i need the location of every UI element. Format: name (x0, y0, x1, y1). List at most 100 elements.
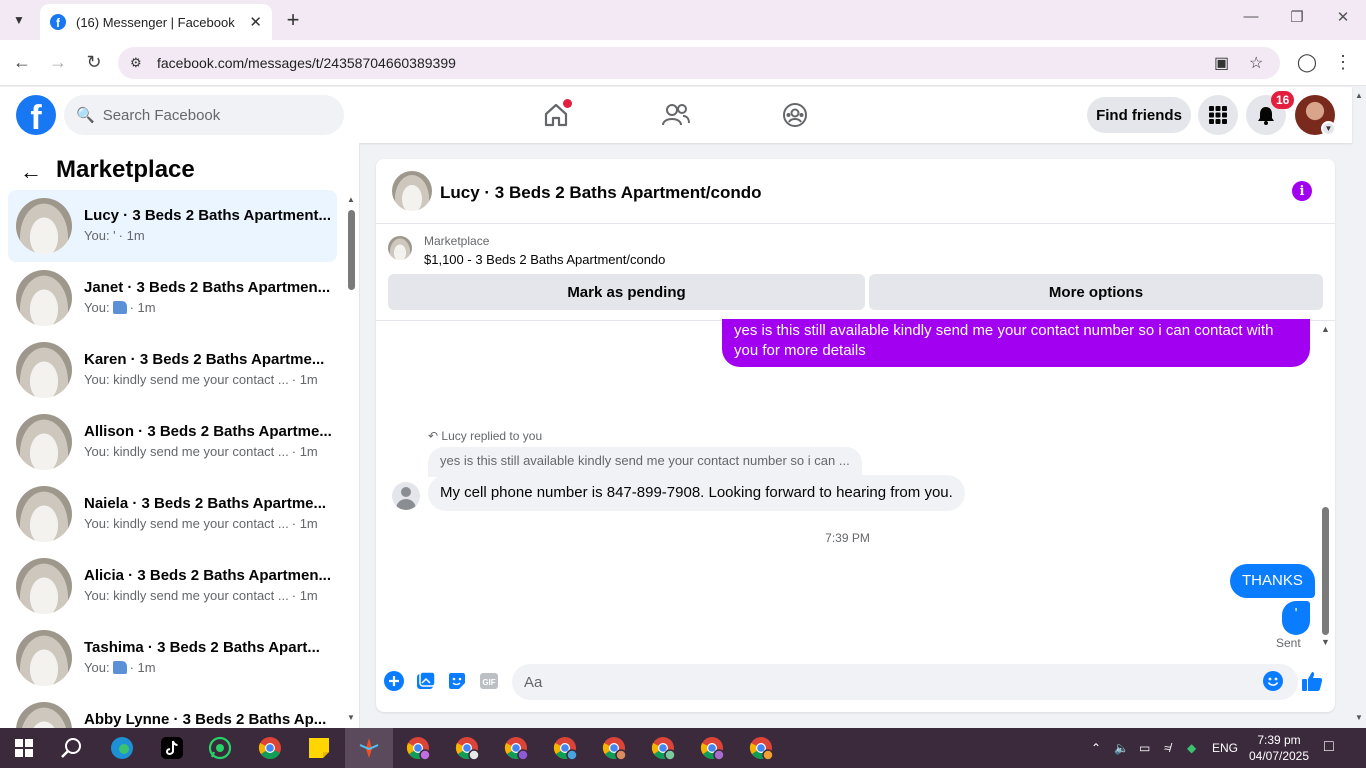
wifi-icon[interactable]: ≉ (1164, 741, 1171, 755)
mark-as-pending-button[interactable]: Mark as pending (388, 274, 865, 310)
tray-chevron-up-icon[interactable]: ⌃ (1091, 741, 1101, 755)
emoji-icon[interactable] (1262, 670, 1284, 692)
back-arrow-icon[interactable]: ← (20, 159, 42, 185)
clock[interactable]: 7:39 pm 04/07/2025 (1244, 732, 1314, 764)
sidebar-scroll-down-icon[interactable]: ▼ (347, 713, 355, 722)
chrome-profile-icon[interactable] (651, 736, 675, 760)
preview-time: · 1m (118, 228, 145, 243)
windows-start-icon[interactable] (12, 736, 36, 760)
page-scroll-down-icon[interactable]: ▼ (1355, 713, 1363, 722)
conversation-item[interactable]: Karen · 3 Beds 2 Baths Apartme... You: k… (8, 334, 337, 406)
preview-text: You: kindly send me your contact ... (84, 516, 289, 531)
preview-text: You: kindly send me your contact ... (84, 444, 289, 459)
minimize-window-icon[interactable]: — (1239, 8, 1263, 25)
facebook-header: f 🔍 Find friends (0, 87, 1352, 143)
facebook-search[interactable]: 🔍 (64, 95, 344, 135)
chat-scrollbar[interactable] (1322, 507, 1329, 635)
chrome-profile-icon[interactable] (406, 736, 430, 760)
home-icon[interactable] (540, 99, 572, 131)
more-options-button[interactable]: More options (869, 274, 1323, 310)
conversation-item[interactable]: Tashima · 3 Beds 2 Baths Apart... You: · … (8, 622, 337, 694)
listing-title[interactable]: $1,100 - 3 Beds 2 Baths Apartment/condo (424, 252, 665, 267)
info-icon[interactable]: i (1292, 181, 1312, 201)
conversation-item[interactable]: Allison · 3 Beds 2 Baths Apartme... You:… (8, 406, 337, 478)
chat-scroll-down-icon[interactable]: ▼ (1321, 637, 1330, 647)
close-tab-icon[interactable]: ✕ (249, 13, 262, 31)
browser-tab[interactable]: f (16) Messenger | Facebook ✕ (40, 4, 272, 40)
browser-menu-icon[interactable]: ⋮ (1332, 52, 1354, 73)
preview-time: · 1m (129, 300, 156, 315)
notification-count-badge: 16 (1271, 91, 1295, 109)
preview-text: You: kindly send me your contact ... (84, 588, 289, 603)
whatsapp-icon[interactable] (208, 736, 232, 760)
gif-icon[interactable]: GIF (478, 670, 500, 692)
battery-icon[interactable]: ▭ (1139, 741, 1150, 755)
plus-icon[interactable] (383, 670, 405, 692)
conversation-name: Abby Lynne · 3 Beds 2 Baths Ap... (84, 711, 327, 728)
find-friends-button[interactable]: Find friends (1087, 97, 1191, 133)
sticky-notes-icon[interactable] (307, 736, 331, 760)
outgoing-message[interactable]: THANKS (1230, 564, 1315, 598)
conversation-item[interactable]: Alicia · 3 Beds 2 Baths Apartmen... You:… (8, 550, 337, 622)
edge-browser-icon[interactable] (110, 736, 134, 760)
url-text[interactable]: facebook.com/messages/t/2435870466038939… (157, 55, 456, 71)
chrome-profile-icon[interactable] (749, 736, 773, 760)
conversation-item[interactable]: Janet · 3 Beds 2 Baths Apartmen... You: ·… (8, 262, 337, 334)
back-icon[interactable]: ← (11, 52, 33, 73)
like-thumb-icon[interactable] (1301, 670, 1323, 692)
outgoing-message[interactable]: ' (1282, 601, 1310, 635)
address-bar[interactable]: ⚙ facebook.com/messages/t/24358704660389… (118, 47, 1280, 79)
chat-title[interactable]: Lucy · 3 Beds 2 Baths Apartment/condo (440, 183, 761, 203)
facebook-logo-icon[interactable]: f (16, 95, 56, 135)
tiktok-icon[interactable] (160, 736, 184, 760)
volume-icon[interactable]: 🔈 (1114, 741, 1129, 755)
outgoing-message[interactable]: yes is this still available kindly send … (722, 319, 1310, 367)
photo-icon[interactable] (415, 670, 437, 692)
conversation-name: Karen · 3 Beds 2 Baths Apartme... (84, 351, 325, 368)
chrome-icon[interactable] (258, 736, 282, 760)
close-window-icon[interactable]: ✕ (1331, 8, 1355, 26)
listing-thumbnail (16, 342, 72, 398)
chrome-profile-icon[interactable] (553, 736, 577, 760)
sidebar-scroll-up-icon[interactable]: ▲ (347, 195, 355, 204)
listing-thumbnail (16, 486, 72, 542)
new-tab-icon[interactable]: + (282, 7, 304, 33)
taskbar-search-icon[interactable] (60, 736, 84, 760)
incoming-message[interactable]: My cell phone number is 847-899-7908. Lo… (428, 475, 965, 511)
groups-icon[interactable] (779, 99, 811, 131)
conversation-item[interactable]: Lucy · 3 Beds 2 Baths Apartment... You: … (8, 190, 337, 262)
sidebar-scrollbar[interactable] (348, 210, 355, 290)
message-input[interactable] (512, 664, 1298, 700)
chrome-profile-icon[interactable] (602, 736, 626, 760)
notification-center-icon[interactable]: □ (1324, 738, 1334, 756)
security-shield-icon[interactable]: ◆ (1187, 741, 1196, 755)
search-input[interactable] (102, 106, 323, 124)
site-info-icon[interactable]: ⚙ (130, 55, 142, 71)
conversation-item[interactable]: Abby Lynne · 3 Beds 2 Baths Ap... (8, 694, 337, 728)
profile-icon[interactable]: ◯ (1296, 52, 1318, 73)
install-app-icon[interactable]: ▣ (1214, 53, 1229, 73)
language-indicator[interactable]: ENG (1212, 741, 1238, 755)
chrome-profile-icon[interactable] (504, 736, 528, 760)
sticker-icon[interactable] (446, 670, 468, 692)
tab-search-chevron-icon[interactable]: ▼ (8, 9, 30, 31)
contact-avatar[interactable] (392, 482, 420, 510)
reload-icon[interactable]: ↻ (83, 52, 105, 73)
preview-time: · 1m (291, 588, 318, 603)
account-chevron-down-icon[interactable]: ▼ (1321, 121, 1336, 136)
chat-listing-avatar[interactable] (392, 171, 432, 211)
forward-icon[interactable]: → (47, 52, 69, 73)
chrome-profile-icon[interactable] (700, 736, 724, 760)
restore-window-icon[interactable]: ❐ (1285, 8, 1309, 26)
quoted-message[interactable]: yes is this still available kindly send … (428, 447, 862, 477)
menu-grid-icon[interactable] (1198, 95, 1238, 135)
chrome-profile-icon[interactable] (455, 736, 479, 760)
bookmark-star-icon[interactable]: ☆ (1249, 53, 1263, 73)
conversation-name: Janet · 3 Beds 2 Baths Apartmen... (84, 279, 331, 296)
conversation-item[interactable]: Naiela · 3 Beds 2 Baths Apartme... You: … (8, 478, 337, 550)
sketch-app-icon[interactable] (357, 736, 381, 760)
friends-icon[interactable] (660, 99, 692, 131)
page-scroll-up-icon[interactable]: ▲ (1355, 91, 1363, 100)
conversation-name: Tashima · 3 Beds 2 Baths Apart... (84, 639, 320, 656)
chat-scroll-up-icon[interactable]: ▲ (1321, 324, 1330, 334)
